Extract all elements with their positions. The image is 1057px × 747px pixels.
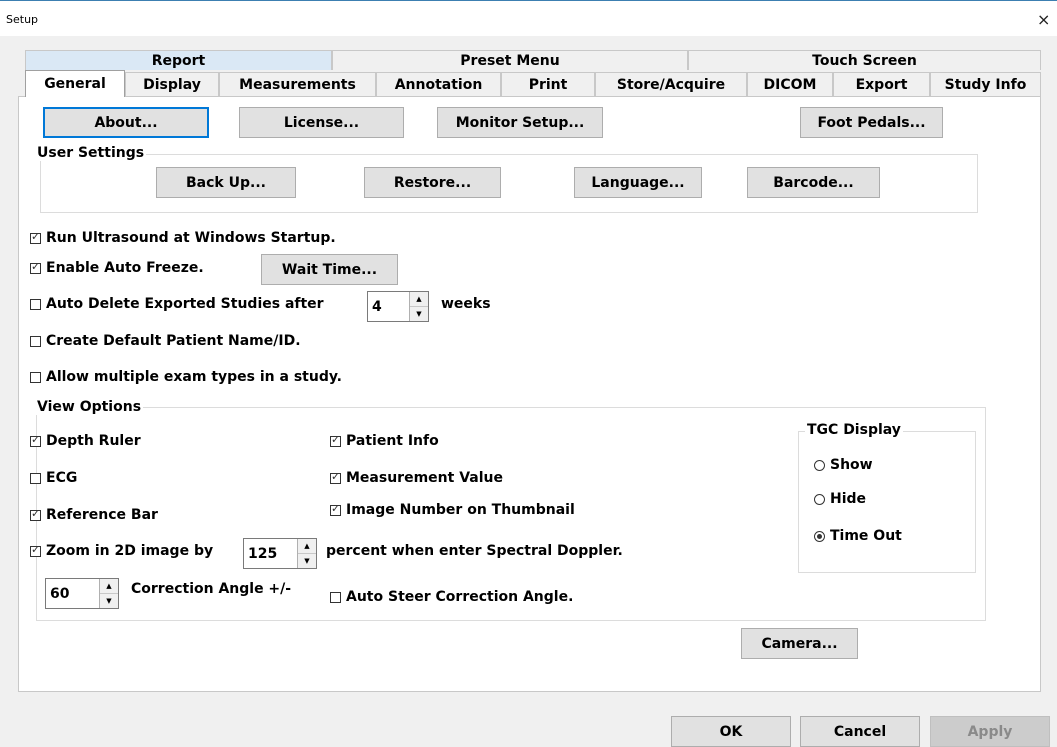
radio-unselected-icon (814, 493, 825, 505)
ok-button[interactable]: OK (671, 716, 791, 747)
checkbox-checked-icon (330, 502, 341, 516)
checkbox-checked-icon (30, 543, 41, 557)
tab-touch-screen[interactable]: Touch Screen (688, 50, 1041, 70)
correction-angle-label: Correction Angle +/- (131, 581, 292, 597)
run-at-startup-checkbox[interactable]: Run Ultrasound at Windows Startup. (30, 230, 336, 246)
ecg-checkbox[interactable]: ECG (30, 470, 77, 486)
zoom-suffix-label: percent when enter Spectral Doppler. (326, 543, 623, 559)
tab-study-info[interactable]: Study Info (930, 72, 1041, 96)
language-button[interactable]: Language... (574, 167, 702, 198)
spin-up-icon[interactable]: ▲ (410, 292, 428, 307)
auto-delete-weeks-spinner[interactable]: 4 ▲ ▼ (367, 291, 429, 322)
multiple-exam-checkbox[interactable]: Allow multiple exam types in a study. (30, 369, 342, 385)
auto-freeze-checkbox[interactable]: Enable Auto Freeze. (30, 260, 204, 276)
tab-print[interactable]: Print (501, 72, 595, 96)
tgc-hide-radio[interactable]: Hide (814, 491, 866, 507)
barcode-button[interactable]: Barcode... (747, 167, 880, 198)
checkbox-unchecked-icon (30, 335, 41, 347)
depth-ruler-checkbox[interactable]: Depth Ruler (30, 433, 141, 449)
tab-display[interactable]: Display (125, 72, 219, 96)
zoom-percent-spinner[interactable]: 125 ▲ ▼ (243, 538, 317, 569)
zoom-checkbox[interactable]: Zoom in 2D image by (30, 543, 213, 559)
spin-up-icon[interactable]: ▲ (298, 539, 316, 554)
checkbox-checked-icon (330, 470, 341, 484)
tab-annotation[interactable]: Annotation (376, 72, 501, 96)
tab-general[interactable]: General (25, 70, 125, 97)
wait-time-button[interactable]: Wait Time... (261, 254, 398, 285)
restore-button[interactable]: Restore... (364, 167, 501, 198)
spin-down-icon[interactable]: ▼ (100, 594, 118, 608)
close-icon[interactable]: × (1037, 10, 1050, 29)
image-number-checkbox[interactable]: Image Number on Thumbnail (330, 502, 575, 518)
apply-button: Apply (930, 716, 1050, 747)
tgc-show-radio[interactable]: Show (814, 457, 873, 473)
correction-angle-spinner[interactable]: 60 ▲ ▼ (45, 578, 119, 609)
tab-store-acquire[interactable]: Store/Acquire (595, 72, 747, 96)
patient-info-checkbox[interactable]: Patient Info (330, 433, 439, 449)
tab-report[interactable]: Report (25, 50, 332, 70)
checkbox-unchecked-icon (330, 591, 341, 603)
spinner-value[interactable]: 125 (244, 539, 297, 568)
monitor-setup-button[interactable]: Monitor Setup... (437, 107, 603, 138)
camera-button[interactable]: Camera... (741, 628, 858, 659)
checkbox-unchecked-icon (30, 371, 41, 383)
view-options-label: View Options (35, 399, 144, 415)
about-button[interactable]: About... (43, 107, 209, 138)
cancel-button[interactable]: Cancel (800, 716, 920, 747)
tab-export[interactable]: Export (833, 72, 930, 96)
license-button[interactable]: License... (239, 107, 404, 138)
checkbox-checked-icon (30, 260, 41, 274)
tab-preset-menu[interactable]: Preset Menu (332, 50, 688, 70)
measurement-value-checkbox[interactable]: Measurement Value (330, 470, 503, 486)
spinner-value[interactable]: 4 (368, 292, 409, 321)
tab-dicom[interactable]: DICOM (747, 72, 833, 96)
weeks-label: weeks (441, 296, 491, 312)
default-patient-checkbox[interactable]: Create Default Patient Name/ID. (30, 333, 301, 349)
user-settings-label: User Settings (35, 145, 147, 161)
auto-steer-checkbox[interactable]: Auto Steer Correction Angle. (330, 589, 573, 605)
spin-down-icon[interactable]: ▼ (298, 554, 316, 568)
spin-down-icon[interactable]: ▼ (410, 307, 428, 321)
general-panel: About... License... Monitor Setup... Foo… (18, 96, 1041, 692)
tab-measurements[interactable]: Measurements (219, 72, 376, 96)
checkbox-checked-icon (30, 433, 41, 447)
tgc-display-label: TGC Display (805, 422, 903, 438)
checkbox-checked-icon (30, 507, 41, 521)
back-up-button[interactable]: Back Up... (156, 167, 296, 198)
checkbox-unchecked-icon (30, 298, 41, 310)
title-bar: Setup × (0, 0, 1057, 36)
spinner-value[interactable]: 60 (46, 579, 99, 608)
radio-selected-icon (814, 530, 825, 542)
radio-unselected-icon (814, 459, 825, 471)
tgc-time-out-radio[interactable]: Time Out (814, 528, 902, 544)
checkbox-checked-icon (330, 433, 341, 447)
foot-pedals-button[interactable]: Foot Pedals... (800, 107, 943, 138)
window-title: Setup (6, 13, 39, 26)
checkbox-unchecked-icon (30, 472, 41, 484)
checkbox-checked-icon (30, 230, 41, 244)
reference-bar-checkbox[interactable]: Reference Bar (30, 507, 158, 523)
spin-up-icon[interactable]: ▲ (100, 579, 118, 594)
auto-delete-checkbox[interactable]: Auto Delete Exported Studies after (30, 296, 324, 312)
